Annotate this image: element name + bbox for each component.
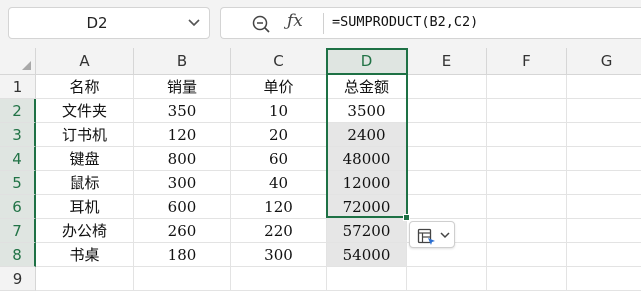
cell-a3[interactable]: 订书机: [36, 123, 134, 147]
cell-d4[interactable]: 48000: [327, 147, 407, 171]
col-header-e[interactable]: E: [407, 48, 487, 75]
formula-input-box: ƒx =SUMPRODUCT(B2,C2): [220, 7, 641, 39]
cell-b6[interactable]: 600: [134, 195, 231, 219]
cell-f5[interactable]: [487, 171, 567, 195]
formula-text[interactable]: =SUMPRODUCT(B2,C2): [332, 14, 478, 30]
chevron-down-icon[interactable]: [187, 14, 201, 32]
chevron-down-icon[interactable]: [440, 231, 450, 239]
cell-c9[interactable]: [231, 267, 327, 291]
row-header-5[interactable]: 5: [0, 171, 36, 195]
col-header-b[interactable]: B: [134, 48, 231, 75]
cell-d8[interactable]: 54000: [327, 243, 407, 267]
row-header-6[interactable]: 6: [0, 195, 36, 219]
row-header-1[interactable]: 1: [0, 75, 36, 99]
cell-g3[interactable]: [567, 123, 641, 147]
paste-options-icon[interactable]: [417, 227, 437, 245]
cell-d5[interactable]: 12000: [327, 171, 407, 195]
cell-d1[interactable]: 总金额: [327, 75, 407, 99]
cell-e1[interactable]: [407, 75, 487, 99]
paste-options-button[interactable]: [409, 221, 455, 248]
spreadsheet-grid: A B C D E F G 1 2 3 4 5 6 7 8 9 名称 销量 单价…: [0, 48, 641, 299]
cell-g1[interactable]: [567, 75, 641, 99]
col-header-a[interactable]: A: [36, 48, 134, 75]
col-header-d[interactable]: D: [327, 48, 407, 75]
select-all-corner[interactable]: [0, 48, 36, 75]
name-box-value[interactable]: D2: [9, 14, 185, 32]
cell-e4[interactable]: [407, 147, 487, 171]
cell-b2[interactable]: 350: [134, 99, 231, 123]
cell-f7[interactable]: [487, 219, 567, 243]
cell-c6[interactable]: 120: [231, 195, 327, 219]
col-header-f[interactable]: F: [487, 48, 567, 75]
cell-f9[interactable]: [487, 267, 567, 291]
cell-a5[interactable]: 鼠标: [36, 171, 134, 195]
cell-f2[interactable]: [487, 99, 567, 123]
cell-g6[interactable]: [567, 195, 641, 219]
col-header-g[interactable]: G: [567, 48, 641, 75]
cell-b5[interactable]: 300: [134, 171, 231, 195]
cell-b1[interactable]: 销量: [134, 75, 231, 99]
cell-a8[interactable]: 书桌: [36, 243, 134, 267]
cell-c8[interactable]: 300: [231, 243, 327, 267]
cell-e6[interactable]: [407, 195, 487, 219]
cell-f6[interactable]: [487, 195, 567, 219]
cell-a4[interactable]: 键盘: [36, 147, 134, 171]
row-header-9[interactable]: 9: [0, 267, 36, 291]
cell-g7[interactable]: [567, 219, 641, 243]
cell-e3[interactable]: [407, 123, 487, 147]
cell-d6[interactable]: 72000: [327, 195, 407, 219]
cell-d7[interactable]: 57200: [327, 219, 407, 243]
cell-d9[interactable]: [327, 267, 407, 291]
fx-icon[interactable]: ƒx: [287, 11, 303, 31]
cell-e5[interactable]: [407, 171, 487, 195]
formula-bar: D2 ƒx =SUMPRODUCT(B2,C2): [0, 0, 641, 45]
cell-f1[interactable]: [487, 75, 567, 99]
cell-c1[interactable]: 单价: [231, 75, 327, 99]
select-all-triangle-icon[interactable]: [22, 61, 31, 70]
cell-a6[interactable]: 耳机: [36, 195, 134, 219]
row-header-3[interactable]: 3: [0, 123, 36, 147]
cell-g4[interactable]: [567, 147, 641, 171]
cell-g5[interactable]: [567, 171, 641, 195]
cell-g9[interactable]: [567, 267, 641, 291]
cell-b3[interactable]: 120: [134, 123, 231, 147]
zoom-out-icon[interactable]: [251, 14, 271, 34]
cell-c7[interactable]: 220: [231, 219, 327, 243]
col-header-c[interactable]: C: [231, 48, 327, 75]
cell-g2[interactable]: [567, 99, 641, 123]
cell-c4[interactable]: 60: [231, 147, 327, 171]
cell-g8[interactable]: [567, 243, 641, 267]
row-header-8[interactable]: 8: [0, 243, 36, 267]
row-header-4[interactable]: 4: [0, 147, 36, 171]
cell-c3[interactable]: 20: [231, 123, 327, 147]
cell-d3[interactable]: 2400: [327, 123, 407, 147]
cell-a9[interactable]: [36, 267, 134, 291]
cell-b8[interactable]: 180: [134, 243, 231, 267]
cell-c5[interactable]: 40: [231, 171, 327, 195]
cell-f8[interactable]: [487, 243, 567, 267]
cell-b9[interactable]: [134, 267, 231, 291]
name-box[interactable]: D2: [8, 7, 210, 39]
cell-c2[interactable]: 10: [231, 99, 327, 123]
cell-b4[interactable]: 800: [134, 147, 231, 171]
cell-d2[interactable]: 3500: [327, 99, 407, 123]
fill-handle[interactable]: [403, 214, 410, 221]
row-header-7[interactable]: 7: [0, 219, 36, 243]
cell-e2[interactable]: [407, 99, 487, 123]
cell-a2[interactable]: 文件夹: [36, 99, 134, 123]
row-header-2[interactable]: 2: [0, 99, 36, 123]
cell-f4[interactable]: [487, 147, 567, 171]
cell-a7[interactable]: 办公椅: [36, 219, 134, 243]
cell-e9[interactable]: [407, 267, 487, 291]
formula-divider: [323, 13, 324, 34]
cell-b7[interactable]: 260: [134, 219, 231, 243]
cell-f3[interactable]: [487, 123, 567, 147]
cell-a1[interactable]: 名称: [36, 75, 134, 99]
